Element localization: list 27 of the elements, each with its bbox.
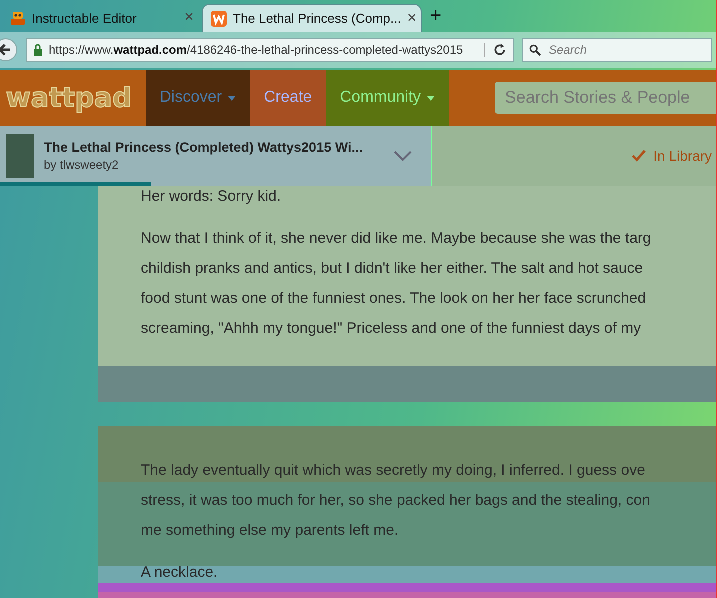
search-field[interactable]: Search: [547, 42, 681, 58]
wattpad-logo-icon: [211, 10, 227, 26]
browser-tab[interactable]: Instructable Editor ×: [2, 4, 202, 32]
story-title: The Lethal Princess (Completed) Wattys2015 Wi...: [44, 140, 364, 155]
back-arrow-icon[interactable]: [0, 38, 18, 62]
search-icon: [529, 44, 542, 56]
lock-icon: [33, 44, 43, 56]
close-tab-button[interactable]: ×: [407, 10, 417, 28]
nav-menu-item[interactable]: Create: [250, 70, 326, 126]
checkmark-icon: [632, 150, 646, 162]
url-text: https://www.wattpad.com/4186246-the-lethal-princess-completed-wattys2015: [49, 43, 464, 57]
nav-menu-item[interactable]: Community: [326, 70, 450, 126]
story-paragraph: Now that I think of it, she never did like me. Maybe because she was the targ childish pranks and antics, but I didn't like her either. The salt and hot sauce food stunt was one of the funniest ones. The look on her her face scrunched screaming, "Ahhh my tongue!" Priceless and one of the funniest days of my: [141, 229, 652, 339]
search-field[interactable]: Search Stories & People: [495, 82, 716, 114]
new-tab-button[interactable]: +: [422, 5, 450, 32]
reload-icon[interactable]: [484, 43, 507, 57]
address-field[interactable]: https://www.wattpad.com/4186246-the-lethal-princess-completed-wattys2015: [26, 38, 514, 62]
story-author[interactable]: by tlwsweety2: [44, 158, 383, 172]
chevron-down-icon[interactable]: [393, 150, 413, 162]
story-paragraph: A necklace.: [141, 563, 219, 583]
story-paragraph: The lady eventually quit which was secretly my doing, I inferred. I guess ove stress, it was too much for her, so she packed her bags and the stealing, con me something else my parents left me.: [141, 461, 652, 541]
browser-tab[interactable]: The Lethal Princess (Comp... ×: [202, 4, 422, 32]
close-tab-button[interactable]: ×: [184, 9, 194, 27]
search-bar[interactable]: Search: [522, 38, 712, 62]
story-paragraph: Her words: Sorry kid.: [141, 187, 282, 207]
robot-icon: [10, 10, 26, 26]
book-cover-placeholder: [6, 134, 34, 178]
